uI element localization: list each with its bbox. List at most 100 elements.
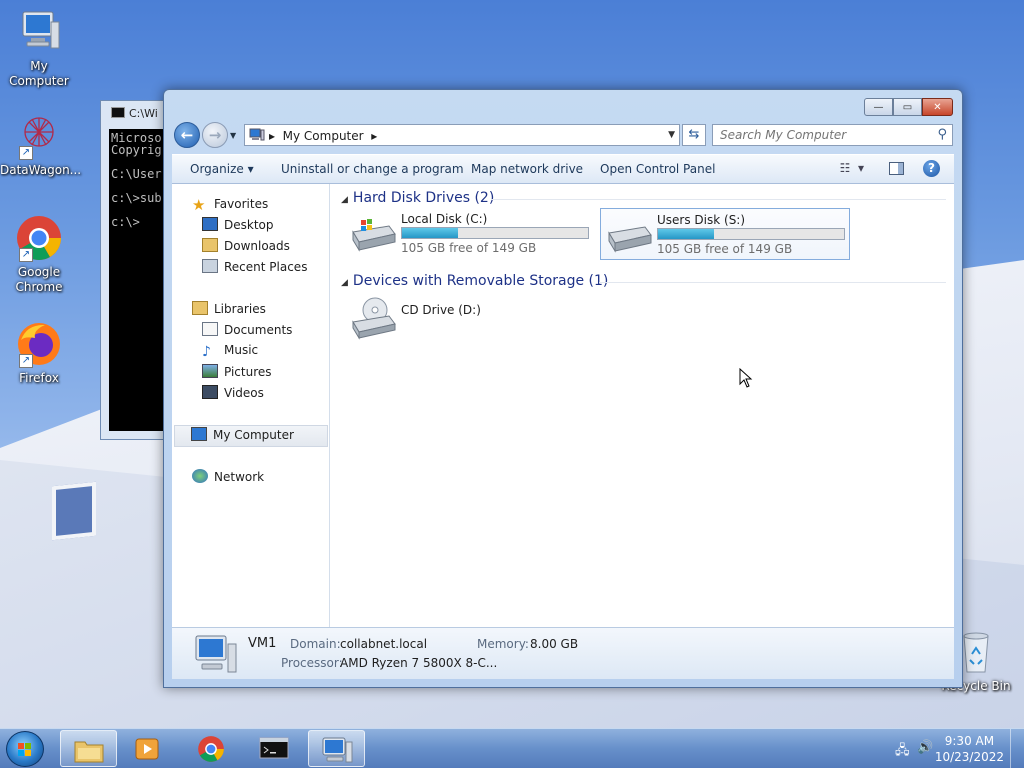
media-player-icon [135, 738, 159, 760]
star-icon: ★ [192, 196, 206, 214]
drive-usage-bar [401, 227, 589, 239]
shortcut-arrow-icon: ↗ [19, 248, 33, 262]
nav-libraries[interactable]: Libraries [192, 301, 266, 321]
chrome-icon: ↗ [15, 214, 63, 262]
close-button[interactable]: ✕ [922, 98, 953, 116]
organize-button[interactable]: Organize ▾ [190, 162, 254, 176]
videos-film-icon [202, 385, 218, 399]
desktop-icon-label: Firefox [19, 371, 59, 385]
address-bar[interactable]: ▸ My Computer ▸ ▼ [244, 124, 680, 146]
navigation-pane: ★ Favorites Desktop Downloads Recent Plac… [172, 184, 330, 627]
details-pane: VM1 Domain: collabnet.local Memory: 8.00… [172, 627, 954, 679]
search-box[interactable]: ⚲ [712, 124, 953, 146]
clock-date: 10/23/2022 [934, 750, 1004, 764]
preview-pane-icon[interactable] [889, 162, 904, 175]
music-note-icon: ♪ [202, 344, 211, 360]
arrow-right-icon: → [208, 126, 222, 144]
nav-documents-label: Documents [224, 323, 293, 337]
libraries-icon [192, 301, 208, 315]
computer-icon [249, 128, 265, 141]
nav-pictures-label: Pictures [224, 365, 272, 379]
network-status-icon[interactable]: 🖧 [895, 741, 910, 763]
group-removable-storage[interactable]: ◢ Devices with Removable Storage (1) [341, 273, 608, 289]
computer-icon [191, 427, 207, 441]
breadcrumb[interactable]: ▸ My Computer ▸ [269, 129, 377, 143]
computer-icon [322, 737, 353, 763]
nav-my-computer[interactable]: My Computer [174, 425, 328, 447]
back-button[interactable]: ← [174, 122, 200, 148]
maximize-button[interactable]: ▭ [893, 98, 922, 116]
search-icon[interactable]: ⚲ [937, 127, 947, 142]
desktop-icon-my-computer[interactable]: My Computer [0, 8, 78, 89]
domain-label: Domain: [290, 637, 341, 651]
desktop-icon-label: My Computer [9, 59, 69, 88]
nav-favorites[interactable]: ★ Favorites [192, 196, 268, 216]
nav-recent-label: Recent Places [224, 260, 308, 274]
collapse-triangle-icon: ◢ [341, 195, 348, 205]
search-input[interactable] [720, 126, 930, 144]
uninstall-program-button[interactable]: Uninstall or change a program [281, 162, 464, 176]
nav-pictures[interactable]: Pictures [202, 364, 272, 384]
taskbar-chrome[interactable] [183, 730, 240, 767]
nav-computer-label: My Computer [213, 428, 294, 442]
taskbar-my-computer[interactable] [308, 730, 365, 767]
cmd-icon [259, 737, 289, 759]
drive-free-space: 105 GB free of 149 GB [657, 242, 793, 256]
arrow-left-icon: ← [180, 126, 194, 144]
nav-videos[interactable]: Videos [202, 385, 264, 405]
start-button[interactable] [6, 731, 44, 767]
drive-name: Users Disk (S:) [657, 213, 746, 227]
desktop-icon-datawagon[interactable]: ↗ DataWagon... [0, 112, 82, 178]
shortcut-arrow-icon: ↗ [19, 146, 33, 160]
minimize-button[interactable]: — [864, 98, 893, 116]
taskbar-command-prompt[interactable] [246, 730, 303, 767]
drive-users-disk-s[interactable]: Users Disk (S:) 105 GB free of 149 GB [600, 208, 850, 260]
command-bar: Organize ▾ Uninstall or change a program… [172, 154, 954, 184]
nav-music-label: Music [224, 343, 259, 357]
map-network-drive-button[interactable]: Map network drive [471, 162, 583, 176]
help-button[interactable]: ? [923, 160, 940, 177]
drive-local-disk-c[interactable]: Local Disk (C:) 105 GB free of 149 GB [345, 208, 595, 260]
nav-desktop-label: Desktop [224, 218, 274, 232]
drive-usage-fill [658, 229, 714, 239]
desktop-icon-label: DataWagon... [0, 163, 82, 177]
nav-downloads-label: Downloads [224, 239, 290, 253]
taskbar-explorer[interactable] [60, 730, 117, 767]
forward-button[interactable]: → [202, 122, 228, 148]
group-hdd-label: Hard Disk Drives (2) [352, 190, 495, 206]
nav-recent-places[interactable]: Recent Places [202, 259, 307, 279]
nav-libraries-label: Libraries [214, 302, 266, 316]
desktop-icon [202, 217, 218, 231]
breadcrumb-my-computer[interactable]: My Computer [283, 129, 364, 143]
open-control-panel-button[interactable]: Open Control Panel [600, 162, 715, 176]
wallpaper-window [52, 481, 96, 541]
recent-pages-dropdown[interactable]: ▼ [230, 131, 238, 140]
mouse-cursor-icon [739, 368, 753, 388]
cmd-icon [111, 107, 125, 118]
explorer-body: ★ Favorites Desktop Downloads Recent Plac… [172, 184, 954, 627]
desktop-icon-firefox[interactable]: ↗ Firefox [0, 320, 78, 386]
processor-value: AMD Ryzen 7 5800X 8-C... [340, 656, 498, 670]
volume-icon[interactable]: 🔊 [917, 740, 933, 755]
taskbar-media-player[interactable] [120, 730, 177, 767]
desktop-icon-google-chrome[interactable]: ↗ Google Chrome [0, 214, 78, 295]
nav-network[interactable]: Network [192, 469, 264, 489]
explorer-window[interactable]: — ▭ ✕ ← → ▼ ▸ My Computer ▸ ▼ ⇆ ⚲ Organi… [163, 89, 963, 688]
content-pane: ◢ Hard Disk Drives (2) Local Disk (C:) 10… [331, 184, 954, 627]
nav-music[interactable]: ♪ Music [202, 343, 258, 363]
memory-value: 8.00 GB [530, 637, 579, 651]
drive-cd-d[interactable]: CD Drive (D:) [345, 292, 595, 344]
drive-name: Local Disk (C:) [401, 212, 488, 226]
nav-network-label: Network [214, 470, 265, 484]
show-desktop-button[interactable] [1010, 729, 1024, 768]
navigation-bar: ← → ▼ ▸ My Computer ▸ ▼ ⇆ ⚲ [172, 122, 954, 148]
nav-downloads[interactable]: Downloads [202, 238, 290, 258]
address-dropdown-icon[interactable]: ▼ [668, 130, 675, 140]
nav-desktop[interactable]: Desktop [202, 217, 274, 237]
clock[interactable]: 9:30 AM 10/23/2022 [935, 733, 1004, 765]
desktop-icon-label: Google Chrome [15, 265, 63, 294]
nav-documents[interactable]: Documents [202, 322, 292, 342]
refresh-button[interactable]: ⇆ [682, 124, 706, 146]
group-hard-disk-drives[interactable]: ◢ Hard Disk Drives (2) [341, 190, 494, 206]
change-view-button[interactable]: ☷ ▾ [840, 161, 864, 175]
